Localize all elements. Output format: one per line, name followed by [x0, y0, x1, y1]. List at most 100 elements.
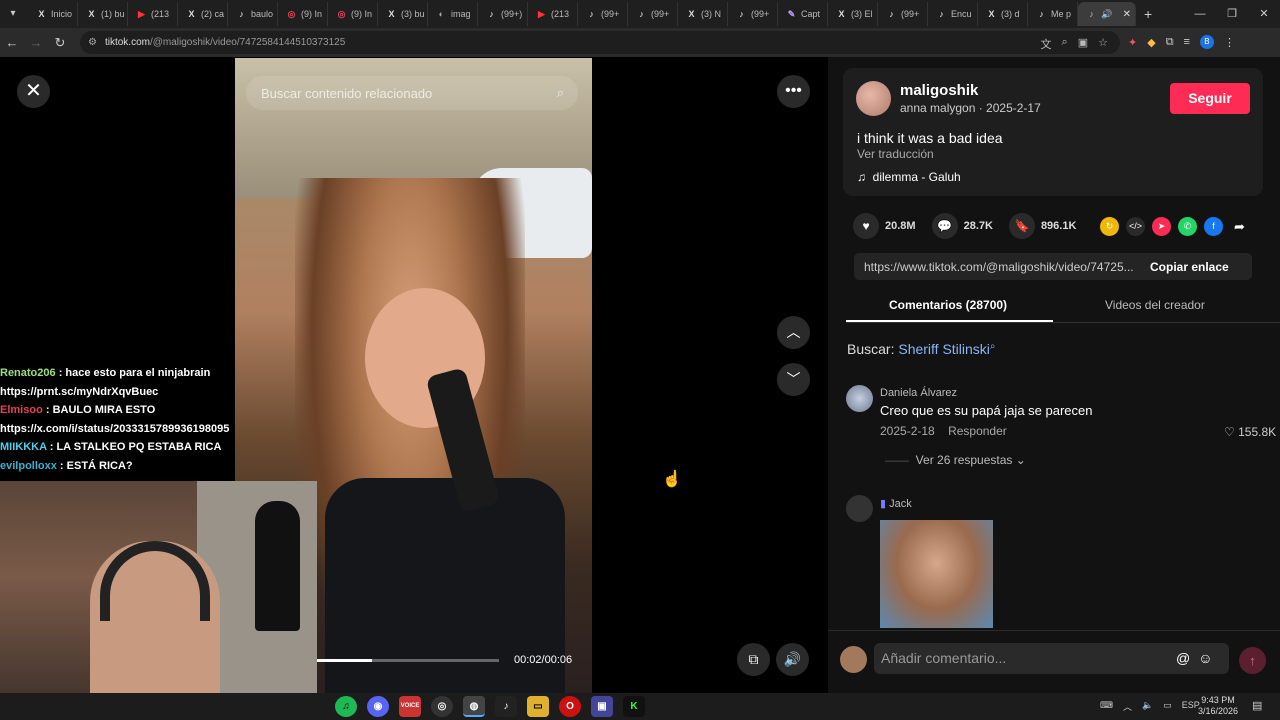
tiktok-app-icon[interactable]: ♪ [495, 696, 517, 717]
tray-chevron-icon[interactable]: ︿ [1123, 700, 1132, 713]
restore-icon[interactable]: ❐ [1216, 0, 1248, 28]
minimize-icon[interactable]: — [1184, 0, 1216, 28]
opera-icon[interactable]: O [559, 696, 581, 717]
browser-tab[interactable]: ♪ baulo [228, 2, 278, 26]
new-tab-button[interactable]: + [1144, 6, 1152, 22]
save-button[interactable]: 🔖 896.1K [1008, 213, 1076, 239]
browser-tab[interactable]: ♪ Me p [1028, 2, 1078, 26]
send-comment-button[interactable]: ↑ [1239, 647, 1266, 674]
music-link[interactable]: ♫ dilemma - Galuh [857, 170, 961, 184]
reply-button[interactable]: Responder [948, 424, 1007, 438]
browser-menu-icon[interactable]: ⋮ [1224, 36, 1235, 49]
site-info-icon[interactable]: ⚙ [88, 37, 97, 48]
url-input[interactable]: ⚙ tiktok.com/@maligoshik/video/747258414… [80, 31, 1120, 54]
video-progress-bar[interactable] [317, 659, 499, 662]
embed-icon[interactable]: </> [1126, 217, 1145, 236]
previous-video-button[interactable]: ︿ [777, 316, 810, 349]
floating-player-button[interactable]: ⧉ [737, 643, 770, 676]
author-avatar[interactable] [856, 81, 891, 116]
browser-tab[interactable]: ♪ (99+ [628, 2, 678, 26]
app-icon[interactable]: ▣ [591, 696, 613, 717]
author-username[interactable]: maligoshik [900, 82, 978, 99]
share-arrow-icon[interactable]: ➦ [1230, 217, 1249, 236]
close-video-button[interactable]: ✕ [17, 75, 50, 108]
back-icon[interactable]: ← [0, 35, 24, 50]
browser-tab[interactable]: ✎ Capt [778, 2, 828, 26]
browser-tab[interactable]: ◐ imag [428, 2, 478, 26]
browser-tab[interactable]: X (1) bu [78, 2, 128, 26]
close-window-icon[interactable]: ✕ [1248, 0, 1280, 28]
reading-list-icon[interactable]: ≡ [1184, 36, 1190, 48]
browser-tab[interactable]: ▶ (213 [528, 2, 578, 26]
discord-icon[interactable]: ◉ [367, 696, 389, 717]
active-browser-tab[interactable]: ♪ 🔊 ✕ [1078, 2, 1136, 26]
profile-avatar-icon[interactable]: B [1199, 35, 1214, 49]
extensions-puzzle-icon[interactable]: ⧉ [1166, 36, 1174, 49]
browser-tab[interactable]: ◎ (9) In [328, 2, 378, 26]
volume-tray-icon[interactable]: 🔈 [1142, 700, 1153, 713]
comment-image[interactable] [880, 520, 993, 628]
more-options-button[interactable]: ••• [777, 75, 810, 108]
commenter-avatar[interactable] [846, 385, 873, 412]
commenter-avatar[interactable] [846, 495, 873, 522]
install-icon[interactable]: ▣ [1078, 36, 1088, 52]
browser-tab[interactable]: X (2) ca [178, 2, 228, 26]
fox-extension-icon[interactable]: ✦ [1128, 36, 1137, 49]
emoji-icon[interactable]: ☺ [1198, 650, 1212, 666]
browser-tab[interactable]: ◎ (9) In [278, 2, 328, 26]
system-clock[interactable]: 9:43 PM 3/16/2026 [1198, 695, 1238, 717]
browser-tab[interactable]: ♪ (99+ [578, 2, 628, 26]
my-avatar[interactable] [840, 646, 867, 673]
tab-creator-videos[interactable]: Videos del creador [1105, 298, 1205, 312]
comment-like-button[interactable]: ♡ 155.8K [1224, 425, 1276, 439]
browser-tab[interactable]: X (3) bu [378, 2, 428, 26]
zoom-icon[interactable]: ⌕ [1062, 36, 1068, 52]
browser-tab[interactable]: X Inicio [28, 2, 78, 26]
browser-tab[interactable]: X (3) N [678, 2, 728, 26]
related-search-input[interactable]: Buscar contenido relacionado ⌕ [246, 76, 578, 110]
spotify-icon[interactable]: ♫ [335, 696, 357, 717]
color-extension-icon[interactable]: ◆ [1147, 36, 1155, 49]
obs-icon[interactable]: ◎ [431, 696, 453, 717]
share-link-url[interactable]: https://www.tiktok.com/@maligoshik/video… [854, 260, 1144, 274]
commenter-name[interactable]: Daniela Álvarez [880, 387, 957, 399]
network-icon[interactable]: ▭ [1163, 700, 1172, 713]
tab-comments[interactable]: Comentarios (28700) [889, 298, 1007, 312]
whatsapp-icon[interactable]: ✆ [1178, 217, 1197, 236]
follow-button[interactable]: Seguir [1170, 83, 1250, 114]
translate-icon[interactable]: 文 [1041, 36, 1052, 52]
browser-tab[interactable]: X (3) d [978, 2, 1028, 26]
browser-tab[interactable]: ▶ (213 [128, 2, 178, 26]
see-translation-link[interactable]: Ver traducción [857, 147, 934, 161]
send-to-friends-icon[interactable]: ➤ [1152, 217, 1171, 236]
browser-tab[interactable]: ♪ (99+ [878, 2, 928, 26]
browser-tab[interactable]: ♪ (99+ [728, 2, 778, 26]
browser-tab[interactable]: X (3) El [828, 2, 878, 26]
repost-icon[interactable]: ↻ [1100, 217, 1119, 236]
copy-link-button[interactable]: Copiar enlace [1144, 260, 1229, 274]
commenter-name[interactable]: ▮ Jack [880, 497, 912, 510]
like-button[interactable]: ♥ 20.8M [853, 213, 916, 239]
file-explorer-icon[interactable]: ▭ [527, 696, 549, 717]
mention-icon[interactable]: @ [1176, 650, 1190, 666]
browser-tab[interactable]: ♪ (99+) [478, 2, 528, 26]
view-replies-button[interactable]: —— Ver 26 respuestas ⌄ [885, 453, 1026, 467]
comment-button[interactable]: 💬 28.7K [931, 213, 993, 239]
facebook-icon[interactable]: f [1204, 217, 1223, 236]
bookmark-star-icon[interactable]: ☆ [1098, 36, 1108, 52]
tab-search-icon[interactable]: ▾ [4, 4, 22, 24]
search-query[interactable]: Sheriff Stilinski [898, 341, 990, 357]
volume-button[interactable]: 🔊 [776, 643, 809, 676]
notification-icon[interactable]: ▤ [1252, 699, 1262, 712]
voice-app-icon[interactable]: VOICE [399, 696, 421, 717]
reload-icon[interactable]: ↻ [48, 35, 72, 51]
close-tab-icon[interactable]: ✕ [1123, 9, 1131, 20]
kick-icon[interactable]: K [623, 696, 645, 717]
forward-icon[interactable]: → [24, 35, 48, 50]
search-icon[interactable]: ⌕ [557, 85, 564, 101]
keyboard-icon[interactable]: ⌨ [1100, 700, 1113, 713]
browser-tab[interactable]: ♪ Encu [928, 2, 978, 26]
next-video-button[interactable]: ﹀ [777, 363, 810, 396]
chrome-icon[interactable]: ◍ [463, 696, 485, 717]
search-suggestion[interactable]: Buscar: Sheriff Stilinski⌕ [847, 341, 996, 357]
